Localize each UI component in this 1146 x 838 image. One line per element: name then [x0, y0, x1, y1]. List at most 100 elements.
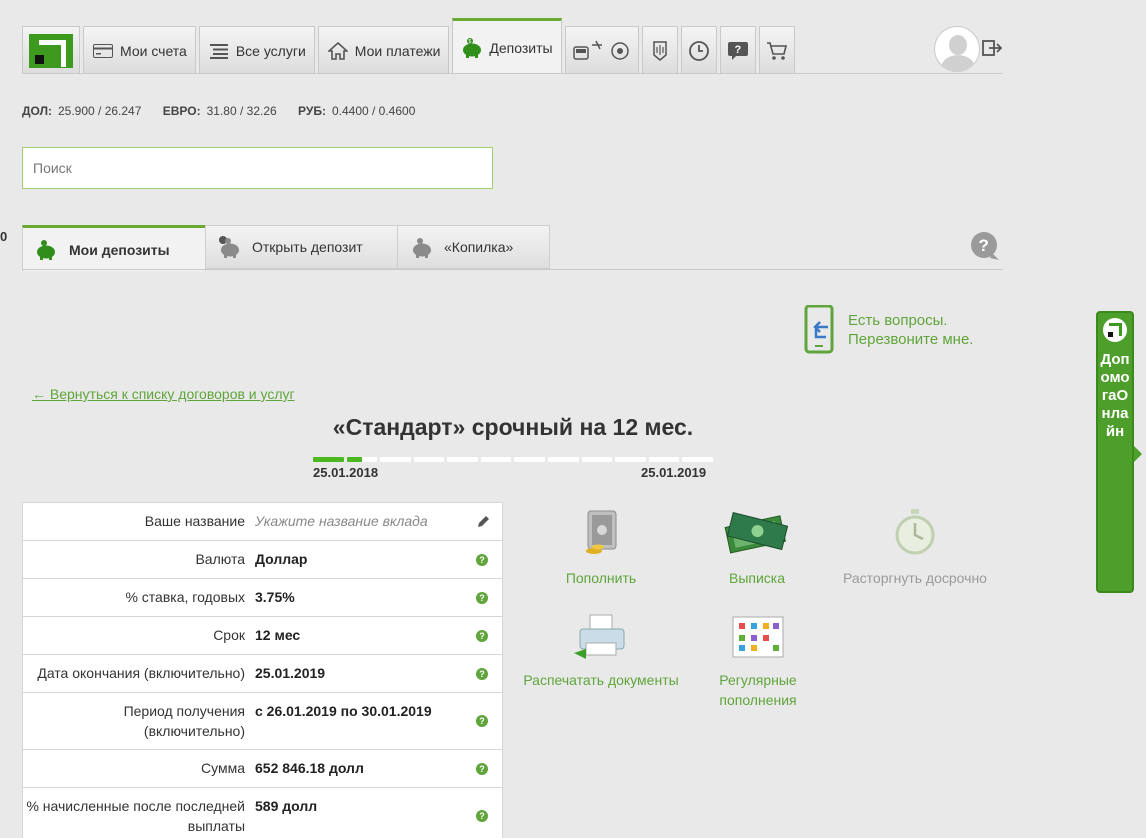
detail-label: % начисленные после последней выплаты — [26, 798, 245, 834]
piggy-bank-icon: $ — [461, 37, 483, 59]
stopwatch-icon — [840, 507, 990, 564]
detail-value: с 26.01.2019 по 30.01.2019 — [255, 703, 432, 719]
detail-row-rate: % ставка, годовых 3.75% ? — [23, 579, 502, 617]
money-bills-icon — [712, 507, 802, 564]
detail-label: Период получения (включительно) — [123, 703, 245, 739]
tab-deposits[interactable]: $ Депозиты — [452, 18, 562, 74]
left-stub-text: 0 — [0, 229, 8, 244]
svg-text:?: ? — [979, 236, 989, 255]
deposit-details-table: Ваше название Укажите название вклада Ва… — [22, 502, 503, 838]
progress-segment — [413, 457, 445, 462]
terminate-early-action[interactable]: Расторгнуть досрочно — [840, 507, 990, 588]
piggy-bank-gray-icon — [216, 234, 242, 260]
detail-value: 3.75% — [255, 589, 295, 605]
subtabs-divider — [22, 269, 1003, 270]
info-question-icon[interactable]: ? — [476, 715, 488, 727]
tab-open-deposit-label: Открыть депозит — [252, 239, 363, 255]
back-to-contracts-link[interactable]: ← Вернуться к списку договоров и услуг — [32, 386, 295, 402]
exchange-rates: ДОЛ: 25.900 / 26.247 ЕВРО: 31.80 / 32.26 Р… — [22, 104, 433, 118]
list-icon — [208, 40, 230, 62]
progress-segment — [548, 457, 579, 462]
top-nav: Мои счета Все услуги Мои платежи $ Депоз… — [22, 18, 798, 74]
progress-segment — [648, 457, 680, 462]
side-help-arrow-icon — [1134, 446, 1142, 462]
print-documents-action[interactable]: Распечатать документы — [520, 613, 682, 690]
terminate-early-label: Расторгнуть досрочно — [843, 570, 987, 586]
tab-government[interactable] — [641, 26, 678, 74]
statement-action[interactable]: Выписка — [712, 507, 802, 588]
info-question-icon[interactable]: ? — [476, 810, 488, 822]
detail-value: 25.01.2019 — [255, 665, 326, 681]
progress-segment — [682, 457, 713, 462]
detail-value: 12 мес — [255, 627, 301, 643]
tab-open-deposit[interactable]: Открыть депозит — [205, 225, 398, 269]
privatbank-logo — [29, 33, 73, 68]
tab-transport[interactable] — [564, 26, 639, 74]
question-icon: ? — [727, 40, 749, 62]
detail-label: Дата окончания (включительно) — [37, 665, 245, 681]
replenish-action[interactable]: Пополнить — [556, 507, 646, 588]
detail-row-name: Ваше название Укажите название вклада — [23, 503, 502, 541]
tab-my-payments[interactable]: Мои платежи — [317, 26, 450, 74]
search-input[interactable] — [22, 147, 493, 189]
online-help-tab[interactable]: ДопомогаОнлайн — [1096, 311, 1142, 593]
tab-shop[interactable] — [758, 26, 795, 74]
privatbank-logo — [1103, 318, 1127, 342]
tab-kopilka[interactable]: «Копилка» — [397, 225, 550, 269]
phone-callback-icon — [804, 304, 836, 355]
card-icon — [92, 40, 114, 62]
replenish-label: Пополнить — [565, 570, 637, 586]
detail-row-end-date: Дата окончания (включительно) 25.01.2019… — [23, 655, 502, 693]
eur-label: ЕВРО: — [162, 104, 201, 118]
tab-my-deposits[interactable]: Мои депозиты — [22, 225, 206, 271]
info-question-icon[interactable]: ? — [476, 667, 488, 680]
callback-line-2: Перезвоните мне. — [848, 331, 974, 348]
tab-my-accounts-label: Мои счета — [120, 42, 187, 59]
tab-all-services[interactable]: Все услуги — [198, 26, 315, 74]
deposit-start-date: 25.01.2018 — [313, 465, 379, 480]
progress-segment — [447, 457, 478, 462]
timer-icon — [688, 40, 710, 62]
calendar-icon — [704, 613, 812, 666]
usd-rate: 25.900 / 26.247 — [58, 104, 142, 118]
deposit-name-value[interactable]: Укажите название вклада — [255, 511, 502, 532]
progress-segment — [615, 457, 646, 462]
piggy-bank-icon — [33, 237, 59, 263]
tab-timer[interactable] — [680, 26, 717, 74]
logout-icon[interactable] — [982, 38, 1003, 58]
detail-value: 589 долл — [255, 798, 318, 814]
progress-segment — [380, 457, 411, 462]
detail-row-amount: Сумма 652 846.18 долл ? — [23, 750, 502, 788]
progress-segment — [346, 457, 378, 462]
detail-label: Срок — [213, 627, 245, 643]
info-question-icon[interactable]: ? — [476, 629, 488, 642]
user-avatar[interactable] — [934, 26, 980, 72]
cart-icon — [766, 40, 788, 62]
transport-icon — [572, 40, 632, 62]
tab-deposits-label: Депозиты — [489, 39, 553, 56]
detail-value: Доллар — [255, 551, 308, 567]
rub-label: РУБ: — [298, 104, 326, 118]
detail-row-payout-period: Период получения (включительно) с 26.01.… — [23, 693, 502, 750]
info-question-icon[interactable]: ? — [476, 553, 488, 566]
tab-my-payments-label: Мои платежи — [354, 42, 441, 59]
tab-my-accounts[interactable]: Мои счета — [83, 26, 196, 74]
regular-replenishment-label-1: Регулярные — [719, 672, 797, 688]
piggy-bank-gray-icon — [408, 234, 434, 260]
detail-label: % ставка, годовых — [125, 589, 245, 605]
home-logo-tab[interactable] — [22, 26, 80, 74]
info-question-icon[interactable]: ? — [476, 762, 488, 775]
progress-segment — [581, 457, 613, 462]
tab-help[interactable]: ? — [719, 26, 756, 74]
help-question-icon[interactable]: ? — [970, 231, 999, 260]
pencil-edit-icon[interactable] — [476, 515, 490, 529]
callback-request[interactable]: Есть вопросы. Перезвоните мне. — [804, 304, 974, 355]
regular-replenishment-action[interactable]: Регулярные пополнения — [704, 613, 812, 710]
statement-label: Выписка — [728, 570, 786, 586]
nav-divider — [22, 73, 1002, 74]
detail-row-term: Срок 12 мес ? — [23, 617, 502, 655]
detail-label: Сумма — [201, 760, 245, 776]
info-question-icon[interactable]: ? — [476, 591, 488, 604]
eur-rate: 31.80 / 32.26 — [206, 104, 277, 118]
progress-segment — [480, 457, 512, 462]
